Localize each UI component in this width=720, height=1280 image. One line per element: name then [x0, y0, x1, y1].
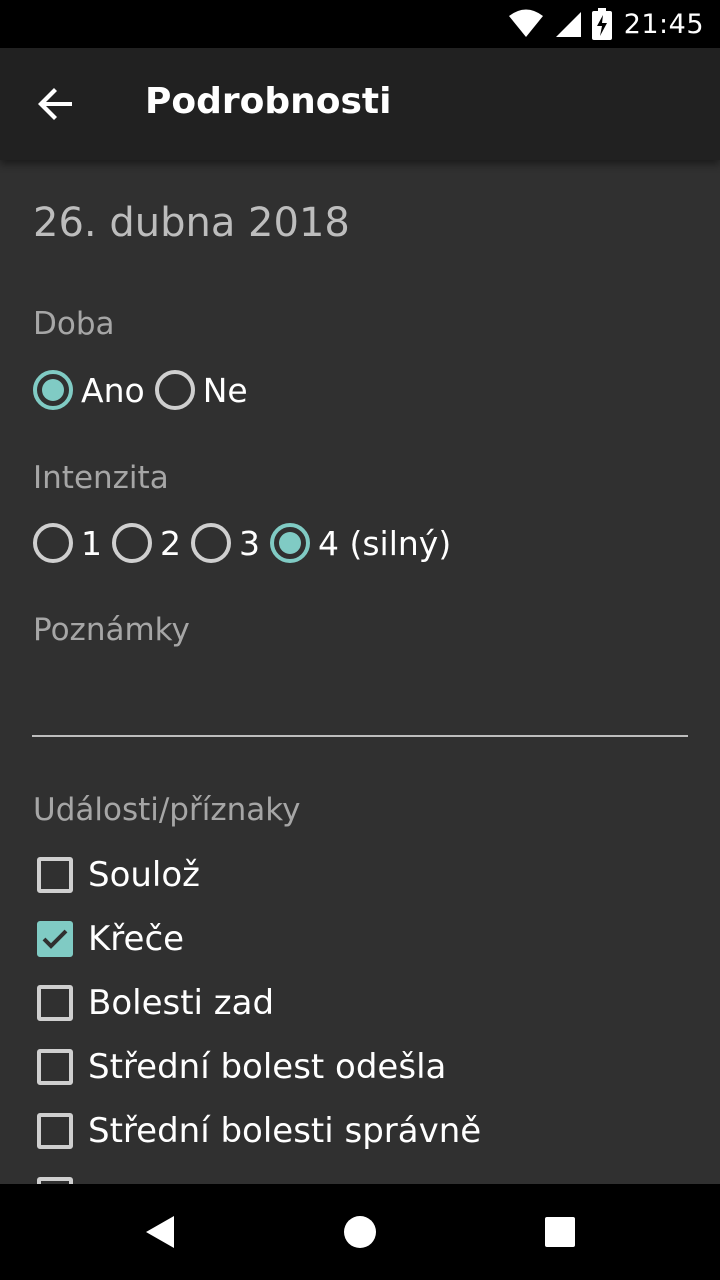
intenzita-option-1[interactable]: 1 [33, 523, 102, 563]
recents-square-icon [545, 1217, 575, 1247]
radio-unselected-icon [112, 523, 152, 563]
app-bar: Podrobnosti [0, 48, 720, 160]
event-checkbox-krece[interactable]: Křeče [37, 915, 184, 963]
intenzita-label: Intenzita [33, 460, 169, 496]
doba-option-ne[interactable]: Ne [154, 370, 248, 410]
status-bar: 21:45 [0, 0, 720, 48]
home-circle-icon [344, 1216, 376, 1248]
event-checkbox-soulozh[interactable]: Soulož [37, 851, 200, 899]
intenzita-option-4[interactable]: 4 (silný) [270, 523, 451, 563]
nav-back-button[interactable] [136, 1208, 184, 1256]
intenzita-option-2[interactable]: 2 [112, 523, 181, 563]
radio-selected-icon [33, 370, 73, 410]
back-button[interactable] [24, 80, 88, 128]
system-nav-bar [0, 1184, 720, 1280]
checkbox-unchecked-icon [37, 985, 73, 1021]
checkbox-unchecked-icon [37, 1113, 73, 1149]
checkbox-unchecked-icon [37, 1177, 73, 1184]
nav-home-button[interactable] [336, 1208, 384, 1256]
intenzita-radio-group: 1 2 3 4 (silný) [33, 519, 461, 567]
doba-radio-group: Ano Ne [33, 366, 258, 414]
back-triangle-icon [146, 1216, 174, 1248]
radio-unselected-icon [191, 523, 231, 563]
event-checkbox-bolesti-zad[interactable]: Bolesti zad [37, 979, 274, 1027]
notes-input[interactable] [32, 735, 688, 737]
check-icon [42, 929, 68, 949]
battery-charging-icon [591, 8, 612, 40]
nav-recents-button[interactable] [536, 1208, 584, 1256]
checkbox-checked-icon [37, 921, 73, 957]
event-checkbox-clipped[interactable] [37, 1171, 88, 1184]
checkbox-unchecked-icon [37, 857, 73, 893]
event-checkbox-stredni-bolest-odesla[interactable]: Střední bolest odešla [37, 1043, 446, 1091]
poznamky-label: Poznámky [33, 612, 190, 648]
page-title: Podrobnosti [145, 81, 392, 122]
radio-selected-icon [270, 523, 310, 563]
status-time: 21:45 [623, 8, 704, 40]
doba-option-ano[interactable]: Ano [33, 370, 145, 410]
intenzita-option-3[interactable]: 3 [191, 523, 260, 563]
event-checkbox-stredni-bolesti-spravne[interactable]: Střední bolesti správně [37, 1107, 481, 1155]
radio-unselected-icon [154, 370, 195, 410]
arrow-back-icon [38, 88, 72, 120]
signal-icon [555, 12, 581, 37]
radio-unselected-icon [33, 523, 73, 563]
doba-label: Doba [33, 306, 115, 342]
checkbox-unchecked-icon [37, 1049, 73, 1085]
date-heading: 26. dubna 2018 [33, 200, 350, 246]
details-content[interactable]: 26. dubna 2018 Doba Ano Ne Intenzita 1 2… [0, 160, 720, 1184]
events-label: Události/příznaky [33, 792, 301, 828]
wifi-icon [508, 9, 543, 37]
